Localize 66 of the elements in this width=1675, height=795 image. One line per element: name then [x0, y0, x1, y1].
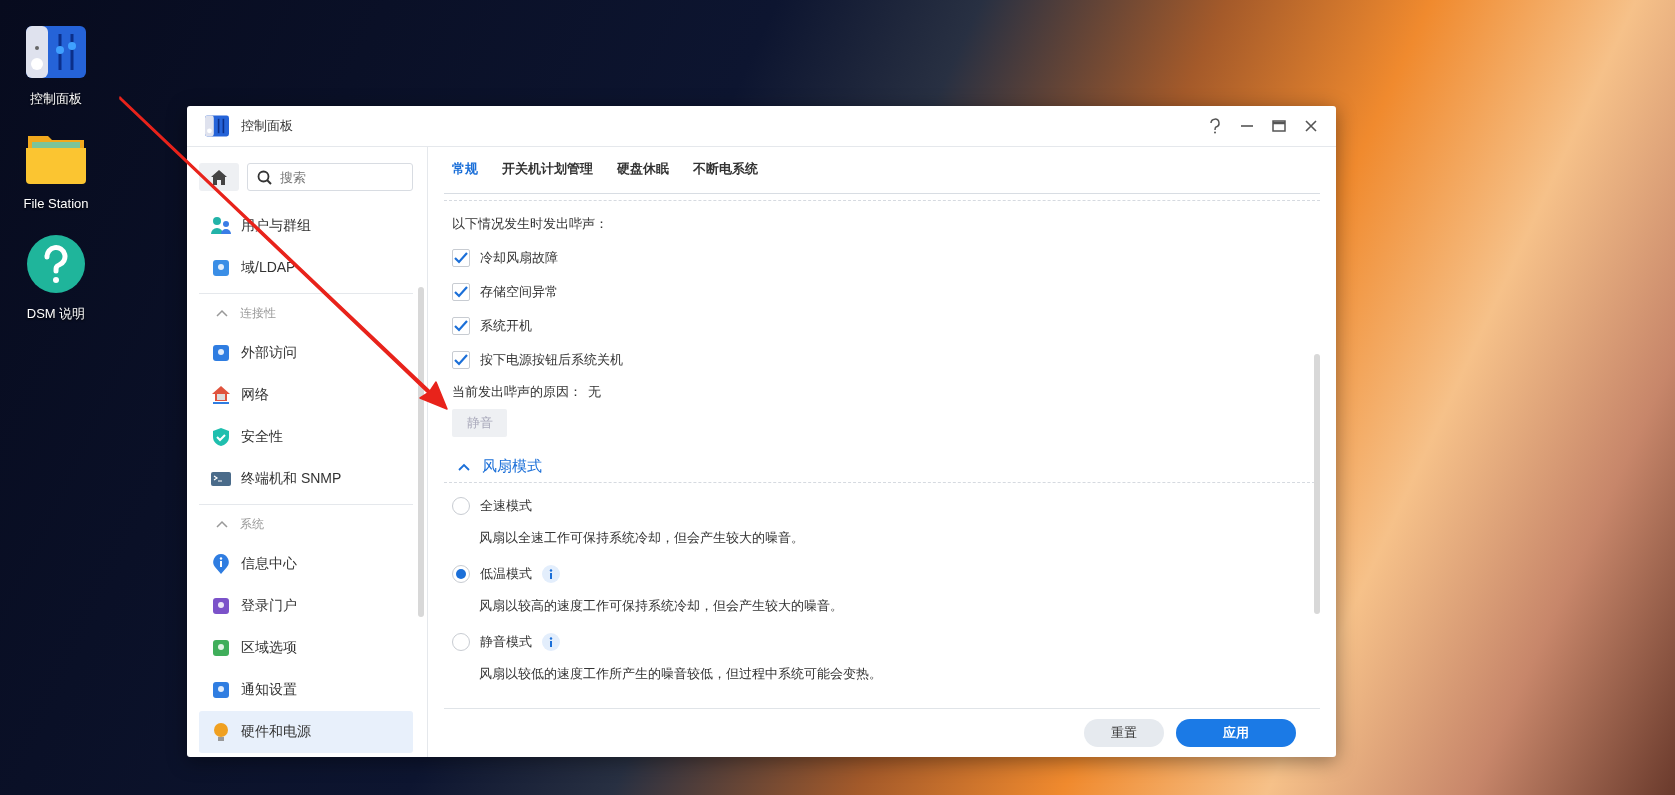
- info-icon[interactable]: [542, 565, 560, 583]
- sidebar-item[interactable]: 信息中心: [199, 543, 413, 585]
- app-icon: [211, 596, 231, 616]
- app-icon: [211, 722, 231, 742]
- search-field[interactable]: 搜索: [247, 163, 413, 191]
- sidebar-item[interactable]: 安全性: [199, 416, 413, 458]
- app-icon: [211, 258, 231, 278]
- checkbox[interactable]: [452, 249, 470, 267]
- reset-button[interactable]: 重置: [1084, 719, 1164, 747]
- chevron-icon: [216, 520, 228, 528]
- app-icon: [211, 680, 231, 700]
- app-icon: [211, 385, 231, 405]
- mode-description: 风扇以较低的速度工作所产生的噪音较低，但过程中系统可能会变热。: [478, 666, 883, 683]
- chevron-icon: [216, 309, 228, 317]
- scrollbar[interactable]: [1314, 354, 1320, 614]
- checkbox[interactable]: [452, 351, 470, 369]
- help-icon[interactable]: [1208, 118, 1222, 134]
- home-button[interactable]: [199, 163, 239, 191]
- window-title: 控制面板: [241, 117, 293, 135]
- sidebar-item[interactable]: 登录门户: [199, 585, 413, 627]
- sidebar-item[interactable]: 终端机和 SNMP: [199, 458, 413, 500]
- app-icon: [211, 427, 231, 447]
- app-icon: [211, 638, 231, 658]
- tab[interactable]: 硬盘休眠: [617, 161, 669, 193]
- reason-label: 当前发出哔声的原因：: [452, 383, 582, 401]
- radio-label[interactable]: 全速模式: [480, 497, 532, 515]
- app-icon: [211, 343, 231, 363]
- sidebar-item[interactable]: 网络: [199, 374, 413, 416]
- close-icon[interactable]: [1304, 119, 1318, 133]
- checkbox-label[interactable]: 按下电源按钮后系统关机: [480, 351, 623, 369]
- beep-heading: 以下情况发生时发出哔声：: [452, 215, 609, 233]
- chevron-icon: [458, 462, 470, 471]
- scrollbar[interactable]: [418, 287, 424, 617]
- app-icon: [211, 216, 231, 236]
- reason-value: 无: [588, 383, 601, 401]
- checkbox-label[interactable]: 存储空间异常: [480, 283, 558, 301]
- checkbox-label[interactable]: 冷却风扇故障: [480, 249, 558, 267]
- checkbox[interactable]: [452, 317, 470, 335]
- tab[interactable]: 开关机计划管理: [502, 161, 593, 193]
- mode-description: 风扇以全速工作可保持系统冷却，但会产生较大的噪音。: [478, 530, 805, 547]
- control-panel-icon: [205, 115, 229, 137]
- sidebar-item[interactable]: 通知设置: [199, 669, 413, 711]
- app-icon: [211, 554, 231, 574]
- sidebar-item[interactable]: 域/LDAP: [199, 247, 413, 289]
- radio-label[interactable]: 静音模式: [480, 633, 532, 651]
- tab[interactable]: 不断电系统: [693, 161, 758, 193]
- sidebar-item[interactable]: 区域选项: [199, 627, 413, 669]
- app-icon: [211, 469, 231, 489]
- control-panel-icon[interactable]: [26, 26, 86, 78]
- fan-mode-section-header[interactable]: 风扇模式: [458, 457, 542, 476]
- tab[interactable]: 常规: [452, 161, 478, 193]
- sidebar-item[interactable]: 外部访问: [199, 332, 413, 374]
- home-icon: [211, 169, 227, 185]
- desktop-icon-label[interactable]: File Station: [23, 196, 89, 211]
- mode-description: 风扇以较高的速度工作可保持系统冷却，但会产生较大的噪音。: [478, 598, 844, 615]
- help-icon[interactable]: [27, 235, 85, 293]
- radio-label[interactable]: 低温模式: [480, 565, 532, 583]
- maximize-icon[interactable]: [1272, 119, 1286, 133]
- info-icon[interactable]: [542, 633, 560, 651]
- sidebar-item[interactable]: 硬件和电源: [199, 711, 413, 753]
- desktop-icon-label[interactable]: DSM 说明: [26, 305, 86, 323]
- checkbox-label[interactable]: 系统开机: [480, 317, 532, 335]
- apply-button[interactable]: 应用: [1176, 719, 1296, 747]
- checkbox[interactable]: [452, 283, 470, 301]
- desktop-icon-label[interactable]: 控制面板: [30, 90, 82, 108]
- search-icon: [257, 170, 272, 185]
